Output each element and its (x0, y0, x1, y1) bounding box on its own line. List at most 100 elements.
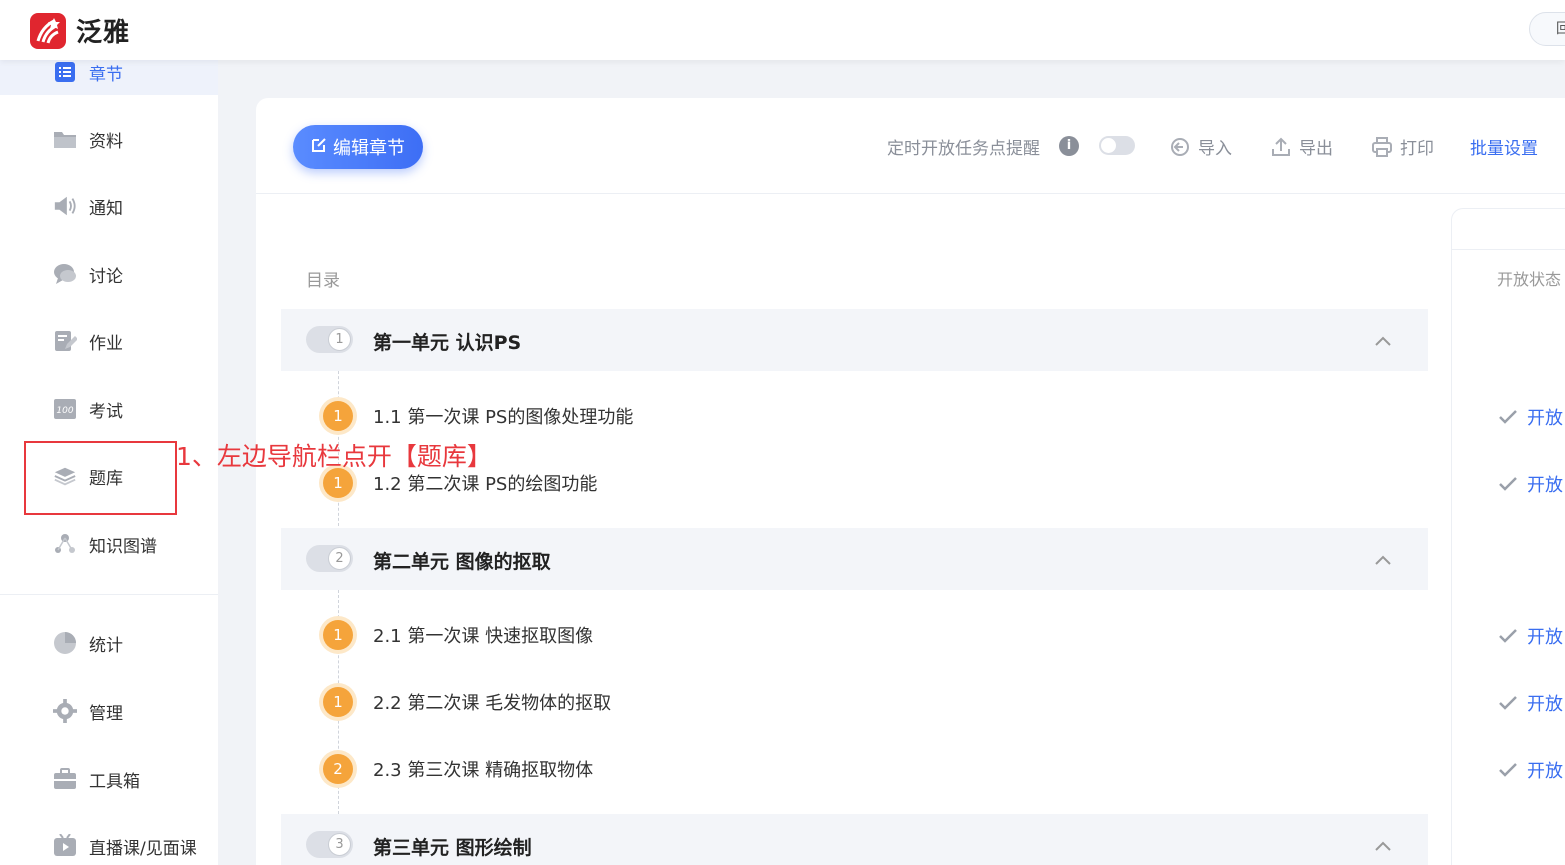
edit-chapter-label: 编辑章节 (333, 138, 405, 159)
unit-toggle[interactable]: 2 (306, 545, 353, 572)
lesson-status-label: 开放 (1527, 408, 1563, 429)
unit-title: 第三单元 图形绘制 (373, 837, 532, 859)
check-icon (1499, 629, 1517, 643)
lesson-title: 2.1 第一次课 快速抠取图像 (373, 626, 594, 647)
top-right-button[interactable]: 回 (1529, 12, 1565, 46)
unit-title: 第二单元 图像的抠取 (373, 551, 551, 573)
lesson-status-label: 开放 (1527, 694, 1563, 715)
chevron-up-icon[interactable] (1375, 331, 1391, 350)
sidebar-item-label: 知识图谱 (89, 536, 157, 557)
print-label: 打印 (1400, 139, 1434, 159)
unit-number: 2 (328, 547, 351, 570)
check-icon (1499, 410, 1517, 424)
status-column-heading: 开放状态 (1497, 270, 1562, 289)
timed-reminder-label: 定时开放任务点提醒 (887, 139, 1040, 159)
check-icon (1499, 696, 1517, 710)
task-count-badge: 2 (323, 754, 353, 784)
list-icon (53, 60, 77, 84)
graph-icon (53, 532, 77, 556)
sidebar-item-exam[interactable]: 100 考试 (0, 386, 218, 432)
unit-row[interactable]: 1 第一单元 认识PS (281, 309, 1428, 371)
unit-number: 1 (328, 328, 351, 351)
sidebar-item-management[interactable]: 管理 (0, 688, 218, 734)
toc-heading: 目录 (306, 271, 340, 291)
speaker-icon (53, 194, 77, 218)
info-icon[interactable]: i (1059, 136, 1079, 156)
sidebar-item-knowledge-graph[interactable]: 知识图谱 (0, 521, 218, 567)
check-icon (1499, 477, 1517, 491)
chevron-up-icon[interactable] (1375, 550, 1391, 569)
pencil-icon (53, 329, 77, 353)
lesson-item[interactable]: 1 2.1 第一次课 快速抠取图像 (323, 618, 1423, 652)
lesson-status-label: 开放 (1527, 761, 1563, 782)
export-label: 导出 (1299, 139, 1333, 159)
edit-icon (311, 137, 327, 158)
sidebar-item-label: 章节 (89, 64, 123, 85)
sidebar-item-materials[interactable]: 资料 (0, 116, 218, 162)
task-count-badge: 1 (323, 620, 353, 650)
play-icon (53, 834, 77, 858)
lesson-status[interactable]: 开放 (1499, 471, 1563, 497)
unit-row[interactable]: 2 第二单元 图像的抠取 (281, 528, 1428, 590)
task-count-badge: 1 (323, 687, 353, 717)
sidebar-item-notices[interactable]: 通知 (0, 183, 218, 229)
chevron-up-icon[interactable] (1375, 836, 1391, 855)
lesson-status-label: 开放 (1527, 627, 1563, 648)
chapter-toolbar: 编辑章节 定时开放任务点提醒 i 导入 导出 打印 批量设置 (256, 98, 1565, 194)
exam-icon: 100 (53, 397, 77, 421)
import-icon (1170, 137, 1190, 157)
batch-settings-link[interactable]: 批量设置 (1470, 134, 1538, 159)
top-bar: 泛雅 回 (0, 0, 1565, 60)
lesson-title: 1.1 第一次课 PS的图像处理功能 (373, 407, 634, 428)
import-label: 导入 (1198, 139, 1232, 159)
status-panel-divider (1452, 249, 1565, 250)
unit-number: 3 (328, 833, 351, 856)
unit-toggle[interactable]: 3 (306, 831, 353, 858)
chapter-panel: 编辑章节 定时开放任务点提醒 i 导入 导出 打印 批量设置 开放状态 目录 1… (256, 98, 1565, 865)
export-button[interactable]: 导出 (1271, 134, 1333, 159)
sidebar-item-label: 统计 (89, 635, 123, 656)
sidebar-item-statistics[interactable]: 统计 (0, 620, 218, 666)
chat-icon (53, 262, 77, 286)
unit-row[interactable]: 3 第三单元 图形绘制 (281, 814, 1428, 865)
lesson-status-label: 开放 (1527, 475, 1563, 496)
lesson-status[interactable]: 开放 (1499, 623, 1563, 649)
timed-reminder-toggle[interactable] (1099, 136, 1135, 155)
sidebar-item-toolbox[interactable]: 工具箱 (0, 756, 218, 802)
annotation-highlight-box (24, 441, 177, 515)
sidebar-item-discussion[interactable]: 讨论 (0, 251, 218, 297)
gear-icon (53, 699, 77, 723)
lesson-item[interactable]: 2 2.3 第三次课 精确抠取物体 (323, 752, 1423, 786)
sidebar-item-label: 管理 (89, 703, 123, 724)
brand-name: 泛雅 (76, 18, 131, 48)
export-icon (1271, 137, 1291, 157)
lesson-item[interactable]: 1 2.2 第二次课 毛发物体的抠取 (323, 685, 1423, 719)
sidebar-item-live-class[interactable]: 直播课/见面课 (0, 823, 218, 865)
sidebar-item-label: 考试 (89, 401, 123, 422)
edit-chapter-button[interactable]: 编辑章节 (293, 125, 423, 169)
sidebar-item-label: 直播课/见面课 (89, 838, 197, 859)
brand-logo[interactable]: 泛雅 (30, 12, 130, 49)
folder-icon (53, 127, 77, 151)
lesson-title: 2.2 第二次课 毛发物体的抠取 (373, 693, 612, 714)
pie-icon (53, 631, 77, 655)
unit-toggle[interactable]: 1 (306, 326, 353, 353)
logo-icon (30, 12, 66, 49)
svg-text:100: 100 (56, 406, 73, 416)
lesson-title: 1.2 第二次课 PS的绘图功能 (373, 474, 598, 495)
sidebar-item-label: 讨论 (89, 266, 123, 287)
lesson-item[interactable]: 1 1.1 第一次课 PS的图像处理功能 (323, 399, 1423, 433)
print-button[interactable]: 打印 (1372, 134, 1434, 159)
sidebar-item-homework[interactable]: 作业 (0, 318, 218, 364)
sidebar-item-label: 资料 (89, 131, 123, 152)
sidebar-divider (0, 594, 218, 595)
task-count-badge: 1 (323, 401, 353, 431)
sidebar-item-label: 工具箱 (89, 771, 140, 792)
import-button[interactable]: 导入 (1170, 134, 1232, 159)
sidebar-item-label: 作业 (89, 333, 123, 354)
lesson-status[interactable]: 开放 (1499, 757, 1563, 783)
annotation-note: 1、左边导航栏点开【题库】 (176, 442, 492, 471)
lesson-status[interactable]: 开放 (1499, 690, 1563, 716)
toolbox-icon (53, 767, 77, 791)
lesson-status[interactable]: 开放 (1499, 404, 1563, 430)
